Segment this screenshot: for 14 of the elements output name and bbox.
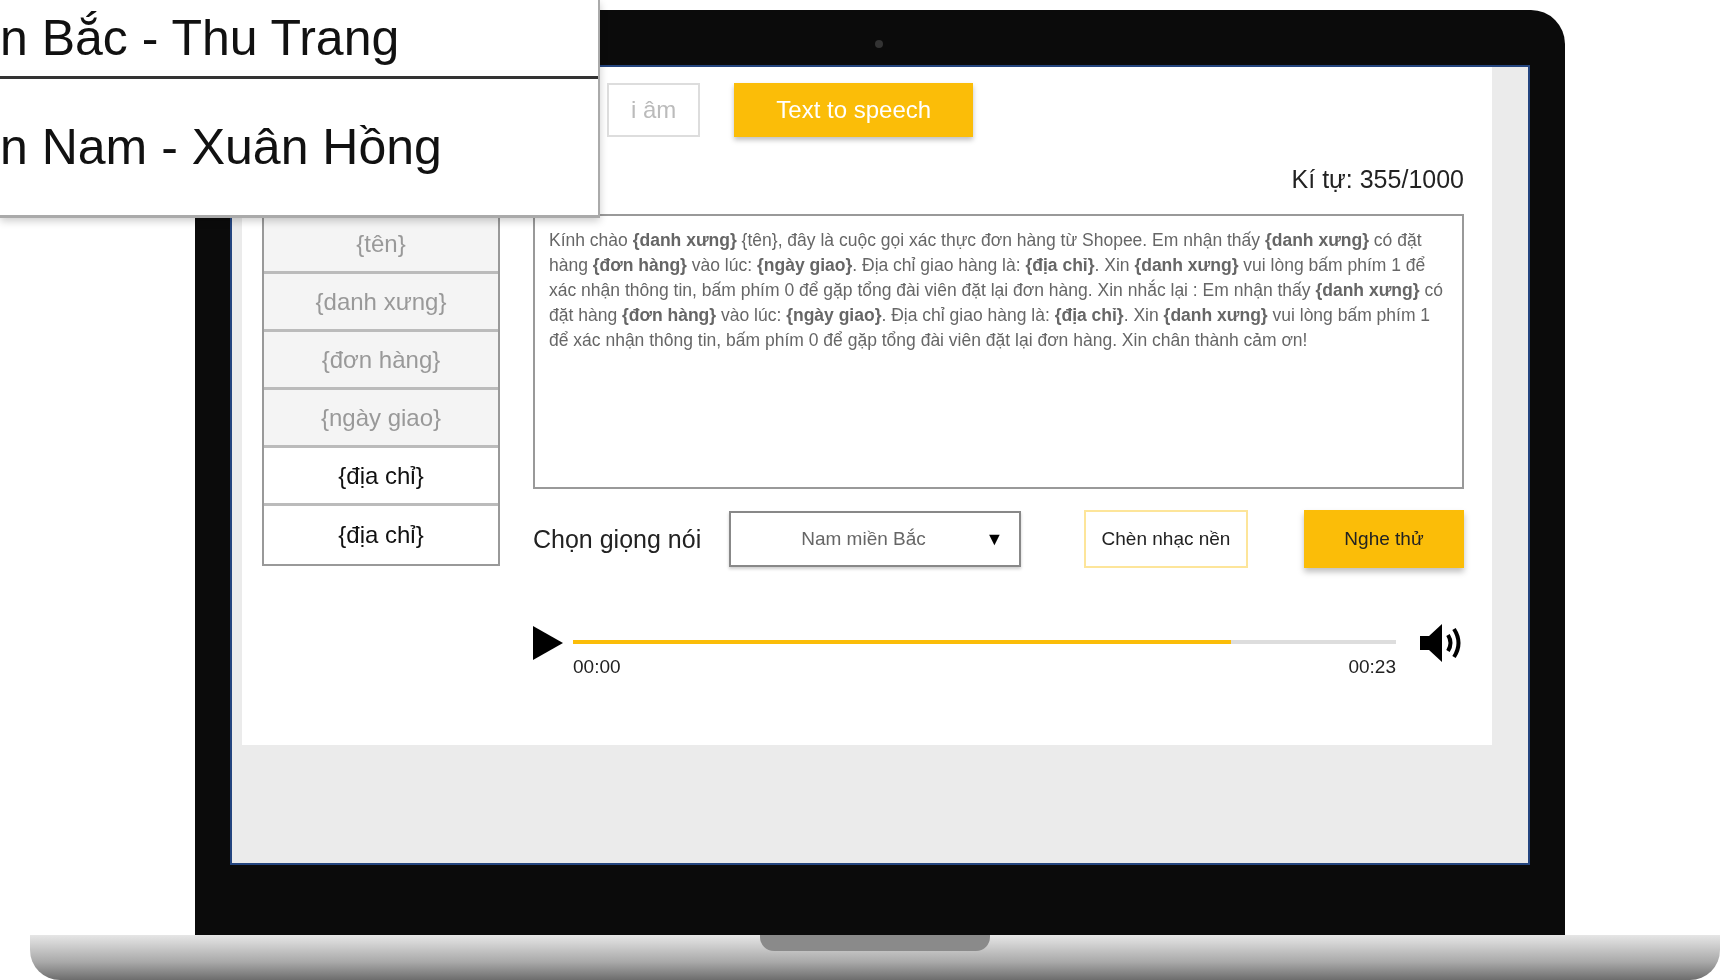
dropdown-arrow-icon: ▼ bbox=[985, 528, 1004, 550]
progress-track[interactable] bbox=[573, 640, 1396, 644]
character-count: Kí tự: 355/1000 bbox=[1291, 165, 1464, 194]
voice-select[interactable]: Nam miền Bắc ▼ bbox=[729, 511, 1022, 567]
voice-label: Chọn giọng nói bbox=[533, 524, 702, 554]
duration-time: 00:23 bbox=[1348, 656, 1396, 678]
action-button[interactable]: Nghe thử bbox=[1304, 510, 1464, 568]
script-text-field[interactable]: Kính chào {danh xưng} {tên}, đây là cuộc gọi xác thực đơn hàng từ Shopee. Em nhận thấy {danh xưng} có đặt hàng {đơn hàng} vào lúc: {ngày giao}. Địa chỉ giao hàng là: {địa chỉ}. Xin {danh xưng} vui lòng bấm phím 1 để xác nhận thông tin, bấm phím 0 để gặp tổng đài viên đặt lại đơn hàng. Xin nhắc lại : Em nhận thấy {danh xưng} có đặt hàng {đơn hàng} vào lúc: {ngày giao}. Địa chỉ giao hàng là: {địa chỉ}. Xin {danh xưng} vui lòng bấm phím 1 để xác nhận thông tin, bấm phím 0 để gặp tổng đài viên đặt lại đơn hàng. Xin chân thành cảm ơn! bbox=[533, 214, 1464, 489]
play-icon[interactable] bbox=[533, 626, 563, 660]
current-time: 00:00 bbox=[573, 656, 621, 678]
camera-dot bbox=[875, 40, 883, 48]
voice-option[interactable]: n Bắc - Thu Trang bbox=[0, 0, 598, 79]
action-button[interactable]: Chèn nhạc nền bbox=[1084, 510, 1248, 568]
voice-option[interactable]: n Nam - Xuân Hồng bbox=[0, 79, 598, 215]
